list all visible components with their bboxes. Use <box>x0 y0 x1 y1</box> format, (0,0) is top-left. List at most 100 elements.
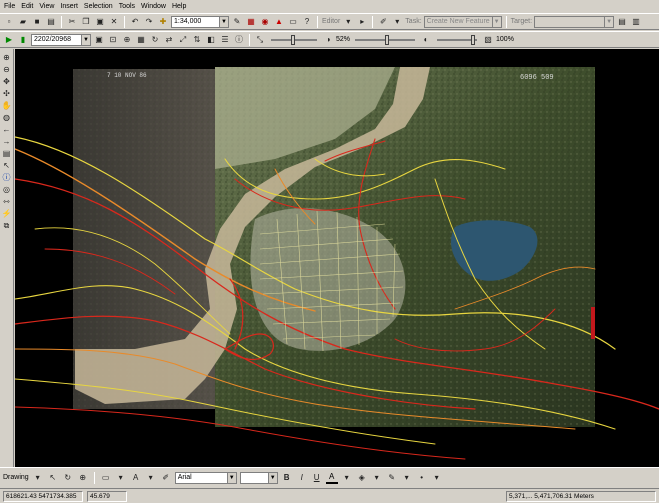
stop-icon[interactable]: ▮ <box>17 34 29 46</box>
chevron-down-icon[interactable]: ▾ <box>431 472 443 484</box>
fixed-zoom-in-icon[interactable]: ✥ <box>1 76 12 87</box>
rotate-icon[interactable]: ↻ <box>149 34 161 46</box>
edit-tool-icon[interactable]: ▸ <box>356 16 368 28</box>
map-display[interactable]: 7 10 NOV 86 6096 509 <box>15 49 659 467</box>
forward-extent-icon[interactable]: → <box>1 136 12 147</box>
chevron-down-icon[interactable]: ▼ <box>491 16 501 27</box>
save-icon[interactable]: ■ <box>31 16 43 28</box>
fit-to-display-icon[interactable]: ⊡ <box>107 34 119 46</box>
transparency-icon[interactable]: ◐ <box>420 34 432 46</box>
delete-icon[interactable]: ✕ <box>108 16 120 28</box>
transform-icon[interactable]: ⤡ <box>254 34 266 46</box>
transparency-slider[interactable] <box>437 34 478 45</box>
paste-icon[interactable]: ▣ <box>94 16 106 28</box>
flip-icon[interactable]: ⇅ <box>191 34 203 46</box>
whats-this-icon[interactable]: ? <box>301 16 313 28</box>
font-combo[interactable]: Arial ▼ <box>174 471 237 484</box>
text-icon[interactable]: A <box>130 472 142 484</box>
mirror-icon[interactable]: ◧ <box>205 34 217 46</box>
target-combo[interactable]: ▼ <box>534 15 615 28</box>
menu-edit[interactable]: Edit <box>21 0 33 13</box>
menu-window[interactable]: Window <box>141 0 166 13</box>
italic-button[interactable]: I <box>296 472 308 484</box>
arctoolbox-icon[interactable]: ▲ <box>273 16 285 28</box>
chevron-down-icon[interactable]: ▾ <box>32 472 44 484</box>
sketch-properties-icon[interactable]: ▥ <box>630 16 642 28</box>
sketch-tool-icon[interactable]: ✐ <box>377 16 389 28</box>
slider-thumb[interactable] <box>291 34 295 45</box>
shift-icon[interactable]: ⇄ <box>163 34 175 46</box>
full-extent-icon[interactable]: ◍ <box>1 112 12 123</box>
print-icon[interactable]: ▤ <box>45 16 57 28</box>
underline-button[interactable]: U <box>311 472 323 484</box>
add-control-points-icon[interactable]: ⊕ <box>121 34 133 46</box>
line-color-icon[interactable]: ✎ <box>386 472 398 484</box>
slider-thumb[interactable] <box>385 34 390 45</box>
menu-help[interactable]: Help <box>172 0 186 13</box>
add-data-icon[interactable]: ✚ <box>157 16 169 28</box>
layer-icon[interactable]: ⧉ <box>1 220 12 231</box>
chevron-down-icon[interactable]: ▾ <box>145 472 157 484</box>
arccatalog-icon[interactable]: ◉ <box>259 16 271 28</box>
contrast-slider[interactable] <box>355 34 416 45</box>
contrast-icon[interactable]: ◑ <box>322 34 334 46</box>
task-combo[interactable]: Create New Feature ▼ <box>423 15 502 28</box>
arctoc-icon[interactable]: ▦ <box>245 16 257 28</box>
back-extent-icon[interactable]: ← <box>1 124 12 135</box>
redo-icon[interactable]: ↷ <box>143 16 155 28</box>
font-size-combo[interactable]: ▼ <box>239 471 278 484</box>
fill-color-icon[interactable]: ◈ <box>356 472 368 484</box>
identify-icon[interactable]: ⓘ <box>1 172 12 183</box>
drawing-menu[interactable]: Drawing <box>3 474 29 481</box>
menu-insert[interactable]: Insert <box>60 0 78 13</box>
chevron-down-icon[interactable]: ▾ <box>342 16 354 28</box>
chevron-down-icon[interactable]: ▾ <box>341 472 353 484</box>
chevron-down-icon[interactable]: ▾ <box>391 16 403 28</box>
layer-list-icon[interactable]: ☰ <box>219 34 231 46</box>
map-canvas[interactable]: 7 10 NOV 86 6096 509 <box>15 49 659 467</box>
pan-hand-icon[interactable]: ✋ <box>1 100 12 111</box>
chevron-down-icon[interactable]: ▾ <box>115 472 127 484</box>
identify-icon[interactable]: ⓘ <box>233 34 245 46</box>
georef-layer-combo[interactable]: 2202/20968 ▼ <box>31 33 91 46</box>
zoom-whole-page-icon[interactable]: ⊕ <box>77 472 89 484</box>
chevron-down-icon[interactable]: ▼ <box>219 16 228 27</box>
rectangle-icon[interactable]: ▭ <box>100 472 112 484</box>
marker-color-icon[interactable]: • <box>416 472 428 484</box>
edit-vertices-icon[interactable]: ✐ <box>160 472 172 484</box>
open-folder-icon[interactable]: ▰ <box>17 16 29 28</box>
cut-icon[interactable]: ✂ <box>66 16 78 28</box>
chevron-down-icon[interactable]: ▼ <box>267 472 277 483</box>
editor-toolbar-icon[interactable]: ✎ <box>231 16 243 28</box>
rotate-icon[interactable]: ↻ <box>62 472 74 484</box>
font-color-icon[interactable]: A <box>325 472 338 484</box>
select-elements-icon[interactable]: ↖ <box>47 472 59 484</box>
hyperlink-icon[interactable]: ⚡ <box>1 208 12 219</box>
measure-icon[interactable]: ⇿ <box>1 196 12 207</box>
select-elements-icon[interactable]: ↖ <box>1 160 12 171</box>
swipe-layer-icon[interactable]: ▧ <box>482 34 494 46</box>
menu-view[interactable]: View <box>39 0 54 13</box>
slider-thumb[interactable] <box>471 34 476 45</box>
new-document-icon[interactable]: ▫ <box>3 16 15 28</box>
select-features-icon[interactable]: ▤ <box>1 148 12 159</box>
zoom-out-icon[interactable]: ⊖ <box>1 64 12 75</box>
menu-selection[interactable]: Selection <box>84 0 113 13</box>
edit-attributes-icon[interactable]: ▤ <box>616 16 628 28</box>
chevron-down-icon[interactable]: ▾ <box>371 472 383 484</box>
chevron-down-icon[interactable]: ▼ <box>81 34 90 45</box>
scale-icon[interactable]: ⤢ <box>177 34 189 46</box>
bold-button[interactable]: B <box>281 472 293 484</box>
view-link-table-icon[interactable]: ▦ <box>135 34 147 46</box>
undo-icon[interactable]: ↶ <box>129 16 141 28</box>
chevron-down-icon[interactable]: ▾ <box>401 472 413 484</box>
fixed-zoom-out-icon[interactable]: ✣ <box>1 88 12 99</box>
zoom-in-icon[interactable]: ⊕ <box>1 52 12 63</box>
copy-icon[interactable]: ❐ <box>80 16 92 28</box>
map-scale-combo[interactable]: 1:34,000 ▼ <box>171 15 229 28</box>
find-icon[interactable]: ◎ <box>1 184 12 195</box>
menu-tools[interactable]: Tools <box>119 0 135 13</box>
chevron-down-icon[interactable]: ▼ <box>226 472 236 483</box>
editor-menu-label[interactable]: Editor <box>322 18 340 25</box>
play-icon[interactable]: ▶ <box>3 34 15 46</box>
